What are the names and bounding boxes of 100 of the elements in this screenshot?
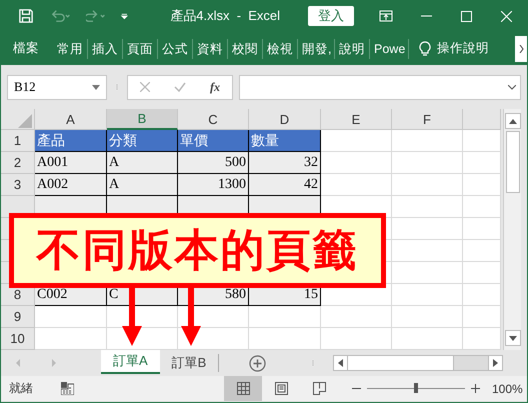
ribbon-tab[interactable]: 常用 [53,38,88,58]
sign-in-button[interactable]: 登入 [308,6,354,26]
scroll-down-button[interactable] [504,330,520,346]
scroll-right-button[interactable] [488,355,503,371]
zoom-slider-thumb[interactable] [414,383,418,393]
column-header[interactable]: B [107,109,178,130]
scroll-up-button[interactable] [504,113,520,129]
ribbon-tab[interactable]: 說明 [335,38,370,58]
column-header[interactable]: C [178,109,249,130]
row-header[interactable]: 9 [1,306,35,328]
row-header[interactable]: 3 [1,174,35,196]
table-cell [463,218,501,240]
table-cell: 1300 [178,174,249,196]
column-header[interactable]: A [35,109,107,130]
column-header[interactable]: E [321,109,392,130]
table-cell: 32 [249,152,321,174]
row-header[interactable]: 1 [1,130,35,152]
tell-me-field[interactable]: 操作說明 [437,40,489,57]
file-tab[interactable]: 檔案 [13,40,39,57]
table-cell: 數量 [249,130,321,152]
view-button[interactable] [224,376,262,401]
check-icon[interactable] [174,82,186,92]
ribbon-scroll-button[interactable] [515,36,527,62]
ribbon-tab[interactable]: 資料 [193,38,228,58]
save-icon[interactable] [19,8,33,24]
table-cell [463,174,501,196]
scrollbar-thumb[interactable] [348,356,454,370]
table-cell [249,306,321,328]
table-cell [35,306,107,328]
table-cell [392,328,463,350]
ribbon-tab[interactable]: 檢視 [263,38,298,58]
table-cell [107,306,178,328]
ribbon-tab[interactable]: 頁面 [123,38,158,58]
status-text: 就緒 [9,380,33,397]
table-cell [463,328,501,350]
table-cell [463,306,501,328]
add-sheet-icon[interactable] [249,354,266,372]
table-cell [392,306,463,328]
row-header[interactable]: 2 [1,152,35,174]
table-cell [249,328,321,350]
ribbon-tab[interactable]: Powe [370,38,409,58]
sheet-tab[interactable]: 訂單B [160,354,220,372]
table-cell [321,174,392,196]
table-cell [35,328,107,350]
minimize-icon[interactable] [420,15,432,17]
row-header[interactable]: 10 [1,328,35,350]
insert-function-button[interactable]: fx [210,80,220,94]
table-cell: 產品 [35,130,107,152]
table-cell [463,196,501,218]
table-cell [321,306,392,328]
callout-tooltip: 不同版本的頁籤 [9,213,386,288]
macro-record-icon[interactable] [61,382,74,395]
table-cell [321,328,392,350]
table-cell [463,284,501,306]
chevron-right-icon [518,44,524,52]
column-header[interactable]: D [249,109,321,130]
table-cell [392,196,463,218]
zoom-in-icon[interactable] [471,384,480,393]
dropdown-icon [92,84,100,90]
table-cell [392,130,463,152]
name-box[interactable]: B12 [7,74,107,100]
table-cell [463,130,501,152]
page-break-icon [312,382,326,395]
zoom-level[interactable]: 100% [492,382,523,396]
arrow [181,288,201,346]
up-arrow-icon [508,118,516,124]
toolbar-dropdown-icon[interactable] [120,11,128,21]
ribbon-tab[interactable]: 公式 [158,38,193,58]
table-cell [321,152,392,174]
sheet-tab[interactable]: 訂單A [101,350,160,374]
window-title: 產品4.xlsx - Excel [170,7,280,25]
right-arrow-icon [493,359,498,367]
formula-input[interactable] [239,74,521,100]
page-icon [274,382,288,395]
arrow [122,288,142,346]
table-cell: 500 [178,152,249,174]
scroll-left-button[interactable] [333,355,348,371]
left-arrow-icon [338,359,343,367]
grid-icon [236,382,250,395]
table-cell [392,284,463,306]
ribbon-tab[interactable]: 校閱 [228,38,263,58]
table-cell [463,152,501,174]
maximize-icon[interactable] [461,10,472,22]
table-cell: 單價 [178,130,249,152]
table-cell: 分類 [107,130,178,152]
close-icon[interactable] [501,10,512,22]
table-cell: A [107,174,178,196]
table-cell: A [107,152,178,174]
chevron-down-icon [508,84,516,90]
table-cell [321,130,392,152]
table-cell: A002 [35,174,107,196]
ribbon-tab[interactable]: 插入 [88,38,123,58]
lightbulb-icon[interactable] [419,40,431,56]
ribbon-tab[interactable]: 開發, [298,38,335,58]
down-arrow-icon [508,336,516,340]
table-cell: 42 [249,174,321,196]
scrollbar-thumb[interactable] [506,131,520,193]
ribbon-display-icon[interactable] [379,10,394,22]
table-cell [392,174,463,196]
column-header[interactable]: F [392,109,463,130]
